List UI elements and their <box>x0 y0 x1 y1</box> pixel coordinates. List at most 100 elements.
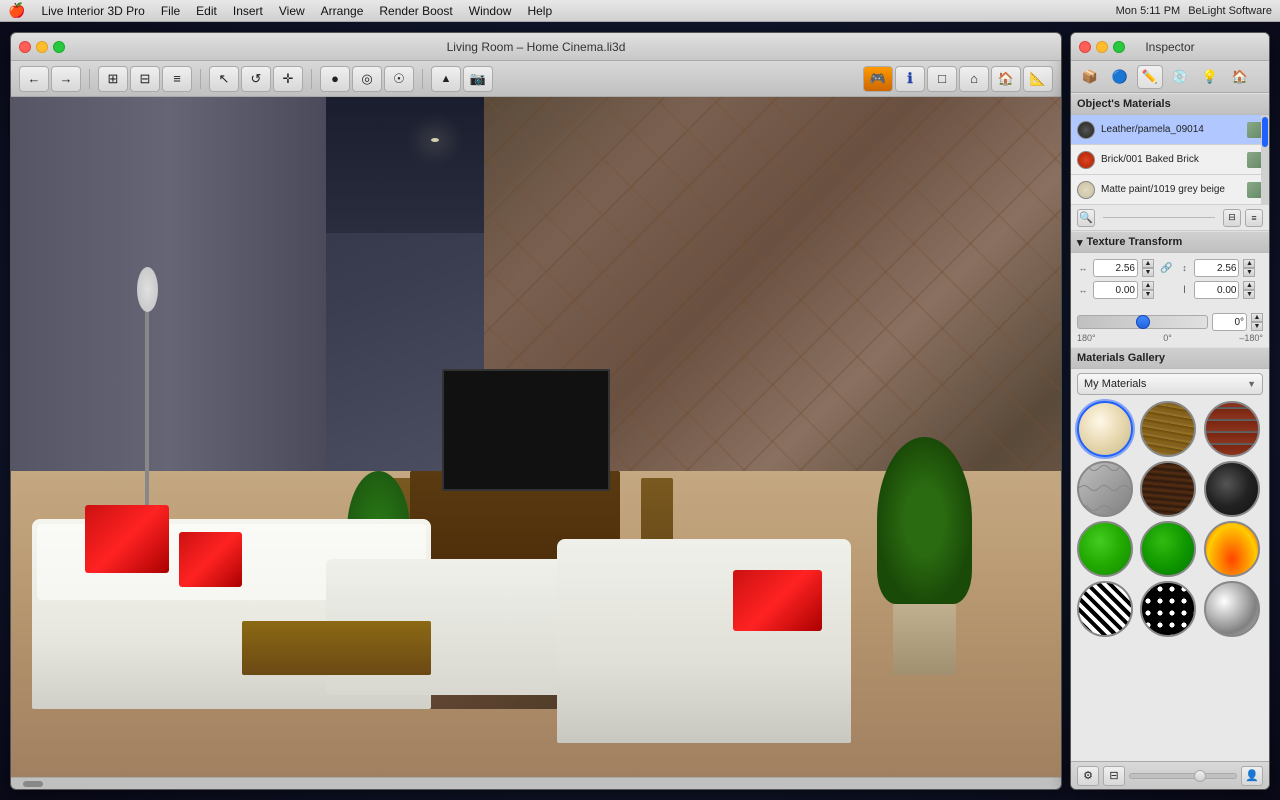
list-button[interactable]: ≡ <box>1245 209 1263 227</box>
footer-settings-button[interactable]: ⚙ <box>1077 766 1099 786</box>
offset-y-down[interactable]: ▼ <box>1243 290 1255 299</box>
gallery-item-zebra[interactable] <box>1077 581 1133 637</box>
camera-button[interactable]: 📷 <box>463 66 493 92</box>
menu-insert[interactable]: Insert <box>233 4 263 18</box>
width-input[interactable] <box>1093 259 1138 277</box>
material-name-2: Matte paint/1019 grey beige <box>1101 184 1241 195</box>
layout-button[interactable]: ≡ <box>162 66 192 92</box>
render2-button[interactable]: ◎ <box>352 66 382 92</box>
materials-scrollbar-thumb[interactable] <box>1262 117 1268 147</box>
materials-section-header: Object's Materials <box>1071 93 1269 115</box>
forward-button[interactable]: → <box>51 66 81 92</box>
floor-plan-button[interactable]: ⊞ <box>98 66 128 92</box>
pillow-1 <box>85 505 169 573</box>
room-button[interactable]: ⊟ <box>130 66 160 92</box>
tab-texture[interactable]: 💿 <box>1167 65 1193 89</box>
menu-arrange[interactable]: Arrange <box>321 4 364 18</box>
inspector-max[interactable] <box>1113 41 1125 53</box>
offset-y-up[interactable]: ▲ <box>1243 281 1255 290</box>
gallery-item-stone[interactable] <box>1077 461 1133 517</box>
gallery-dropdown[interactable]: My Materials ▼ <box>1077 373 1263 395</box>
back-button[interactable]: ← <box>19 66 49 92</box>
inspector-traffic-lights <box>1079 41 1125 53</box>
eyedropper-button[interactable]: 🔍 <box>1077 209 1095 227</box>
gallery-item-fire[interactable] <box>1204 521 1260 577</box>
menu-help[interactable]: Help <box>527 4 552 18</box>
footer-person-button[interactable]: 👤 <box>1241 766 1263 786</box>
view3d-button[interactable]: ⌂ <box>959 66 989 92</box>
offset-x-input[interactable] <box>1093 281 1138 299</box>
inspector-close[interactable] <box>1079 41 1091 53</box>
offset-x-icon: ↔ <box>1077 285 1089 295</box>
height-down[interactable]: ▼ <box>1243 268 1255 277</box>
rotation-input[interactable] <box>1212 313 1247 331</box>
gallery-item-green2[interactable] <box>1140 521 1196 577</box>
minimize-button[interactable] <box>36 41 48 53</box>
footer-slider[interactable] <box>1129 773 1237 779</box>
material-item-1[interactable]: Brick/001 Baked Brick <box>1071 145 1269 175</box>
material-button[interactable]: ▲ <box>431 66 461 92</box>
move-button[interactable]: ✛ <box>273 66 303 92</box>
gallery-item-dots[interactable] <box>1140 581 1196 637</box>
materials-scrollbar[interactable] <box>1261 115 1269 205</box>
window-titlebar: Living Room – Home Cinema.li3d <box>11 33 1061 61</box>
tab-object[interactable]: 📦 <box>1077 65 1103 89</box>
width-up[interactable]: ▲ <box>1142 259 1154 268</box>
menu-render-boost[interactable]: Render Boost <box>379 4 452 18</box>
tab-light[interactable]: 💡 <box>1197 65 1223 89</box>
orbit-button[interactable]: ↺ <box>241 66 271 92</box>
render3-button[interactable]: ☉ <box>384 66 414 92</box>
gallery-item-dark-wood[interactable] <box>1140 461 1196 517</box>
select-button[interactable]: ↖ <box>209 66 239 92</box>
gallery-item-dark2[interactable] <box>1204 461 1260 517</box>
rotation-thumb[interactable] <box>1136 315 1150 329</box>
rotation-stepper: ▲ ▼ <box>1251 313 1263 331</box>
material-item-2[interactable]: Matte paint/1019 grey beige <box>1071 175 1269 205</box>
menu-app[interactable]: Live Interior 3D Pro <box>41 4 144 18</box>
tab-material[interactable]: ✏️ <box>1137 65 1163 89</box>
apple-menu[interactable]: 🍎 <box>8 2 25 19</box>
offset-x-down[interactable]: ▼ <box>1142 290 1154 299</box>
walk-button[interactable]: 🎮 <box>863 66 893 92</box>
offset-y-input[interactable] <box>1194 281 1239 299</box>
rotation-up[interactable]: ▲ <box>1251 313 1263 322</box>
material-swatch-1 <box>1077 151 1095 169</box>
full-button[interactable]: 🏠 <box>991 66 1021 92</box>
menubar-brand: BeLight Software <box>1188 5 1272 17</box>
close-button[interactable] <box>19 41 31 53</box>
scene-3d[interactable] <box>11 97 1061 777</box>
rotation-down[interactable]: ▼ <box>1251 322 1263 331</box>
menu-window[interactable]: Window <box>469 4 512 18</box>
inspector-title: Inspector <box>1145 40 1194 54</box>
menu-edit[interactable]: Edit <box>196 4 217 18</box>
height-input[interactable] <box>1194 259 1239 277</box>
dimension-button[interactable]: 📐 <box>1023 66 1053 92</box>
render-button[interactable]: ● <box>320 66 350 92</box>
material-item-0[interactable]: Leather/pamela_09014 <box>1071 115 1269 145</box>
menu-view[interactable]: View <box>279 4 305 18</box>
gallery-item-cream[interactable] <box>1077 401 1133 457</box>
gallery-item-silver[interactable] <box>1204 581 1260 637</box>
height-up[interactable]: ▲ <box>1243 259 1255 268</box>
rotation-label-mid: 0° <box>1163 333 1172 343</box>
tab-color[interactable]: 🔵 <box>1107 65 1133 89</box>
info-button[interactable]: ℹ <box>895 66 925 92</box>
gallery-item-brick[interactable] <box>1204 401 1260 457</box>
width-down[interactable]: ▼ <box>1142 268 1154 277</box>
footer-slider-thumb[interactable] <box>1194 770 1206 782</box>
row-divider <box>1103 217 1215 218</box>
rotation-track[interactable] <box>1077 315 1208 329</box>
tab-room[interactable]: 🏠 <box>1227 65 1253 89</box>
footer-grid-button[interactable]: ⊟ <box>1103 766 1125 786</box>
menu-file[interactable]: File <box>161 4 180 18</box>
material-swatch-0 <box>1077 121 1095 139</box>
grid-button[interactable]: ⊟ <box>1223 209 1241 227</box>
inspector-min[interactable] <box>1096 41 1108 53</box>
gallery-item-green1[interactable] <box>1077 521 1133 577</box>
maximize-button[interactable] <box>53 41 65 53</box>
view2d-button[interactable]: □ <box>927 66 957 92</box>
bottom-scrollbar[interactable] <box>11 777 1061 789</box>
gallery-item-wood1[interactable] <box>1140 401 1196 457</box>
scrollbar-thumb[interactable] <box>23 781 43 787</box>
offset-x-up[interactable]: ▲ <box>1142 281 1154 290</box>
